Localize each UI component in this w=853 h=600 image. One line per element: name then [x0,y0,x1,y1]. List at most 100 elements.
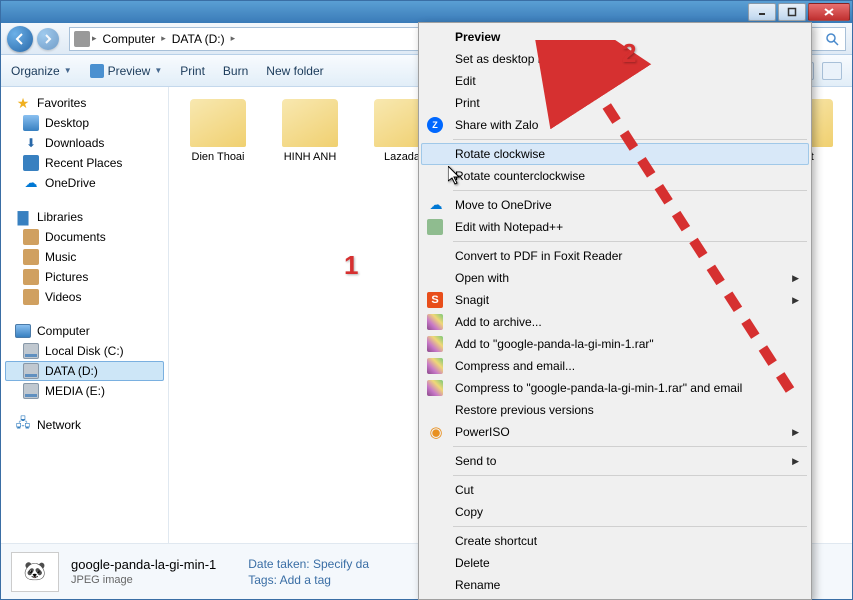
sidebar-onedrive[interactable]: ☁ OneDrive [1,173,168,193]
sidebar-network[interactable]: 🖧 Network [1,415,168,435]
menu-compress-rar-email[interactable]: Compress to "google-panda-la-gi-min-1.ra… [421,377,809,399]
menu-share-zalo[interactable]: ZShare with Zalo [421,114,809,136]
folder-dien-thoai[interactable]: Dien Thoai [179,95,257,194]
sidebar-music[interactable]: Music [1,247,168,267]
menu-separator [453,475,807,476]
menu-rotate-clockwise[interactable]: Rotate clockwise [421,143,809,165]
menu-send-to[interactable]: Send to▶ [421,450,809,472]
notepadpp-icon [427,219,443,235]
comprar-label: Compress to "google-panda-la-gi-min-1.ra… [455,381,742,395]
onedrive-icon: ☁ [427,196,445,214]
menu-compress-email[interactable]: Compress and email... [421,355,809,377]
sidebar-desktop[interactable]: Desktop [1,113,168,133]
computer-label: Computer [37,324,90,338]
chevron-down-icon: ▼ [64,66,72,75]
sendto-label: Send to [455,454,496,468]
menu-delete[interactable]: Delete [421,552,809,574]
menu-edit[interactable]: Edit [421,70,809,92]
sidebar-data-d[interactable]: DATA (D:) [5,361,164,381]
pictures-label: Pictures [45,270,88,284]
date-value[interactable]: Specify da [313,557,369,571]
preview-menu[interactable]: Preview▼ [90,64,163,78]
newfolder-button[interactable]: New folder [266,64,323,78]
zalo-label: Share with Zalo [455,118,538,132]
sidebar: ★Favorites Desktop ⬇Downloads Recent Pla… [1,87,169,543]
downloads-label: Downloads [45,136,104,150]
menu-preview[interactable]: Preview [421,26,809,48]
sidebar-videos[interactable]: Videos [1,287,168,307]
menu-cut[interactable]: Cut [421,479,809,501]
chevron-right-icon: ▶ [792,295,799,306]
folder-hinh-anh[interactable]: HINH ANH [271,95,349,194]
sidebar-pictures[interactable]: Pictures [1,267,168,287]
back-button[interactable] [7,26,33,52]
sidebar-computer[interactable]: Computer [1,321,168,341]
help-button[interactable] [822,62,842,80]
addarch-label: Add to archive... [455,315,542,329]
menu-separator [453,446,807,447]
archive-icon [427,314,443,330]
preview-icon [90,64,104,78]
chevron-down-icon: ▼ [154,66,162,75]
menu-add-archive[interactable]: Add to archive... [421,311,809,333]
archive-icon [427,380,443,396]
disk-icon [23,363,39,379]
minimize-button[interactable] [748,3,776,21]
onedrive-label: OneDrive [45,176,96,190]
network-icon: 🖧 [15,417,31,433]
network-label: Network [37,418,81,432]
documents-label: Documents [45,230,106,244]
menu-copy[interactable]: Copy [421,501,809,523]
print-button[interactable]: Print [180,64,205,78]
organize-menu[interactable]: Organize▼ [11,64,72,78]
menu-open-with[interactable]: Open with▶ [421,267,809,289]
menu-convert-foxit[interactable]: Convert to PDF in Foxit Reader [421,245,809,267]
sidebar-recent[interactable]: Recent Places [1,153,168,173]
poweriso-label: PowerISO [455,425,510,439]
close-button[interactable] [808,3,850,21]
tags-value[interactable]: Add a tag [280,573,331,587]
menu-poweriso[interactable]: ◉PowerISO▶ [421,421,809,443]
tags-label: Tags: [248,573,277,587]
menu-add-rar[interactable]: Add to "google-panda-la-gi-min-1.rar" [421,333,809,355]
videos-icon [23,289,39,305]
poweriso-icon: ◉ [427,423,445,441]
breadcrumb-computer[interactable]: Computer [99,32,160,46]
disk-icon [23,383,39,399]
sidebar-favorites[interactable]: ★Favorites [1,93,168,113]
recent-label: Recent Places [45,156,122,170]
desktop-icon [23,115,39,131]
snagit-icon: S [427,292,443,308]
chevron-right-icon: ▶ [792,273,799,284]
sidebar-documents[interactable]: Documents [1,227,168,247]
sidebar-local-c[interactable]: Local Disk (C:) [1,341,168,361]
details-filetype: JPEG image [71,574,216,586]
menu-rename[interactable]: Rename [421,574,809,596]
folder-icon [190,99,246,147]
menu-separator [453,139,807,140]
date-label: Date taken: [248,557,309,571]
details-thumb: 🐼 [11,552,59,592]
menu-create-shortcut[interactable]: Create shortcut [421,530,809,552]
datad-label: DATA (D:) [45,364,98,378]
sidebar-downloads[interactable]: ⬇Downloads [1,133,168,153]
burn-button[interactable]: Burn [223,64,248,78]
menu-rotate-counterclockwise[interactable]: Rotate counterclockwise [421,165,809,187]
menu-print[interactable]: Print [421,92,809,114]
menu-snagit[interactable]: SSnagit▶ [421,289,809,311]
onedrive-icon: ☁ [23,175,39,191]
desktop-label: Desktop [45,116,89,130]
forward-button[interactable] [37,28,59,50]
sidebar-libraries[interactable]: ▇Libraries [1,207,168,227]
menu-restore-versions[interactable]: Restore previous versions [421,399,809,421]
menu-set-background[interactable]: Set as desktop background [421,48,809,70]
menu-separator [453,526,807,527]
menu-separator [453,241,807,242]
sidebar-media-e[interactable]: MEDIA (E:) [1,381,168,401]
music-label: Music [45,250,76,264]
archive-icon [427,336,443,352]
menu-move-onedrive[interactable]: ☁Move to OneDrive [421,194,809,216]
menu-edit-notepadpp[interactable]: Edit with Notepad++ [421,216,809,238]
maximize-button[interactable] [778,3,806,21]
breadcrumb-data-d[interactable]: DATA (D:) [168,32,229,46]
